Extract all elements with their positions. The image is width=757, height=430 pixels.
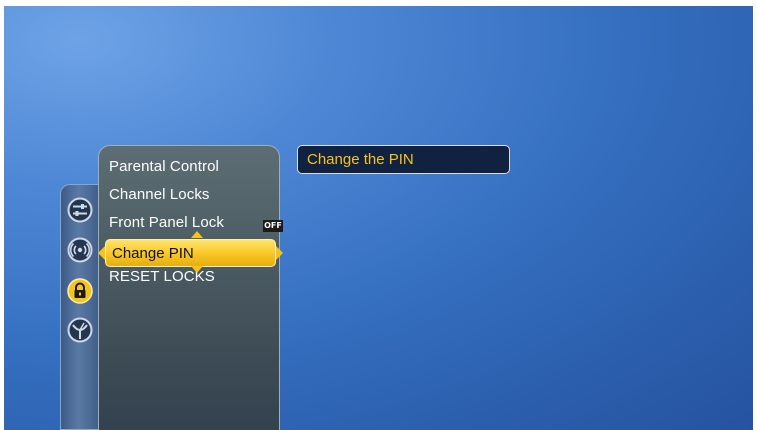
arrow-right-icon: [276, 246, 283, 260]
arrow-left-icon: [98, 246, 105, 260]
menu-item-channel-locks[interactable]: Channel Locks: [109, 186, 210, 203]
menu-item-change-pin-label: Change PIN: [112, 245, 194, 262]
antenna-signal-icon[interactable]: [67, 237, 93, 263]
menu-item-parental-control[interactable]: Parental Control: [109, 158, 219, 175]
padlock-icon[interactable]: [67, 278, 93, 304]
arrow-up-icon: [191, 231, 203, 238]
arrow-down-icon: [191, 266, 203, 273]
tv-screen: Parental Control Channel Locks Front Pan…: [4, 6, 753, 430]
menu-item-front-panel-lock[interactable]: Front Panel Lock: [109, 214, 224, 231]
item-description-box: Change the PIN: [297, 145, 510, 174]
menu-item-change-pin[interactable]: Change PIN: [105, 239, 276, 267]
settings-sliders-icon[interactable]: [67, 197, 93, 223]
category-rail: [60, 184, 100, 430]
satellite-dish-icon[interactable]: [67, 317, 93, 343]
parental-menu-panel: Parental Control Channel Locks Front Pan…: [98, 145, 283, 430]
item-description-text: Change the PIN: [307, 151, 414, 168]
front-panel-lock-status-badge: OFF: [263, 220, 283, 232]
